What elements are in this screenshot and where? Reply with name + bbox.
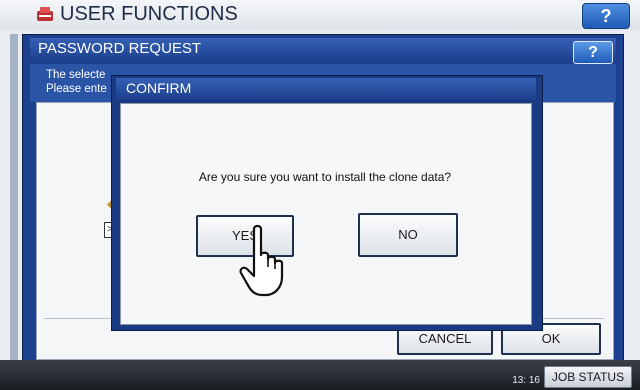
- confirm-message: Are you sure you want to install the clo…: [198, 170, 452, 184]
- password-dialog-header: PASSWORD REQUEST: [30, 38, 616, 62]
- confirm-dialog-title: CONFIRM: [126, 80, 192, 96]
- confirm-dialog-body: [120, 103, 532, 325]
- password-message-line2: Please ente: [46, 83, 107, 95]
- password-help-button[interactable]: ?: [573, 41, 613, 64]
- pointing-hand-icon: [238, 223, 302, 299]
- user-functions-icon: [36, 6, 54, 22]
- password-dialog-title: PASSWORD REQUEST: [38, 40, 202, 57]
- confirm-dialog-header: CONFIRM: [116, 78, 536, 100]
- background-edge: [10, 34, 18, 360]
- password-message-line1: The selecte: [46, 69, 106, 81]
- no-button[interactable]: NO: [358, 213, 458, 257]
- app-help-button[interactable]: ?: [582, 3, 630, 29]
- time-display: 13: 16: [512, 375, 540, 386]
- app-title: USER FUNCTIONS: [60, 3, 238, 25]
- job-status-button[interactable]: JOB STATUS: [544, 366, 632, 388]
